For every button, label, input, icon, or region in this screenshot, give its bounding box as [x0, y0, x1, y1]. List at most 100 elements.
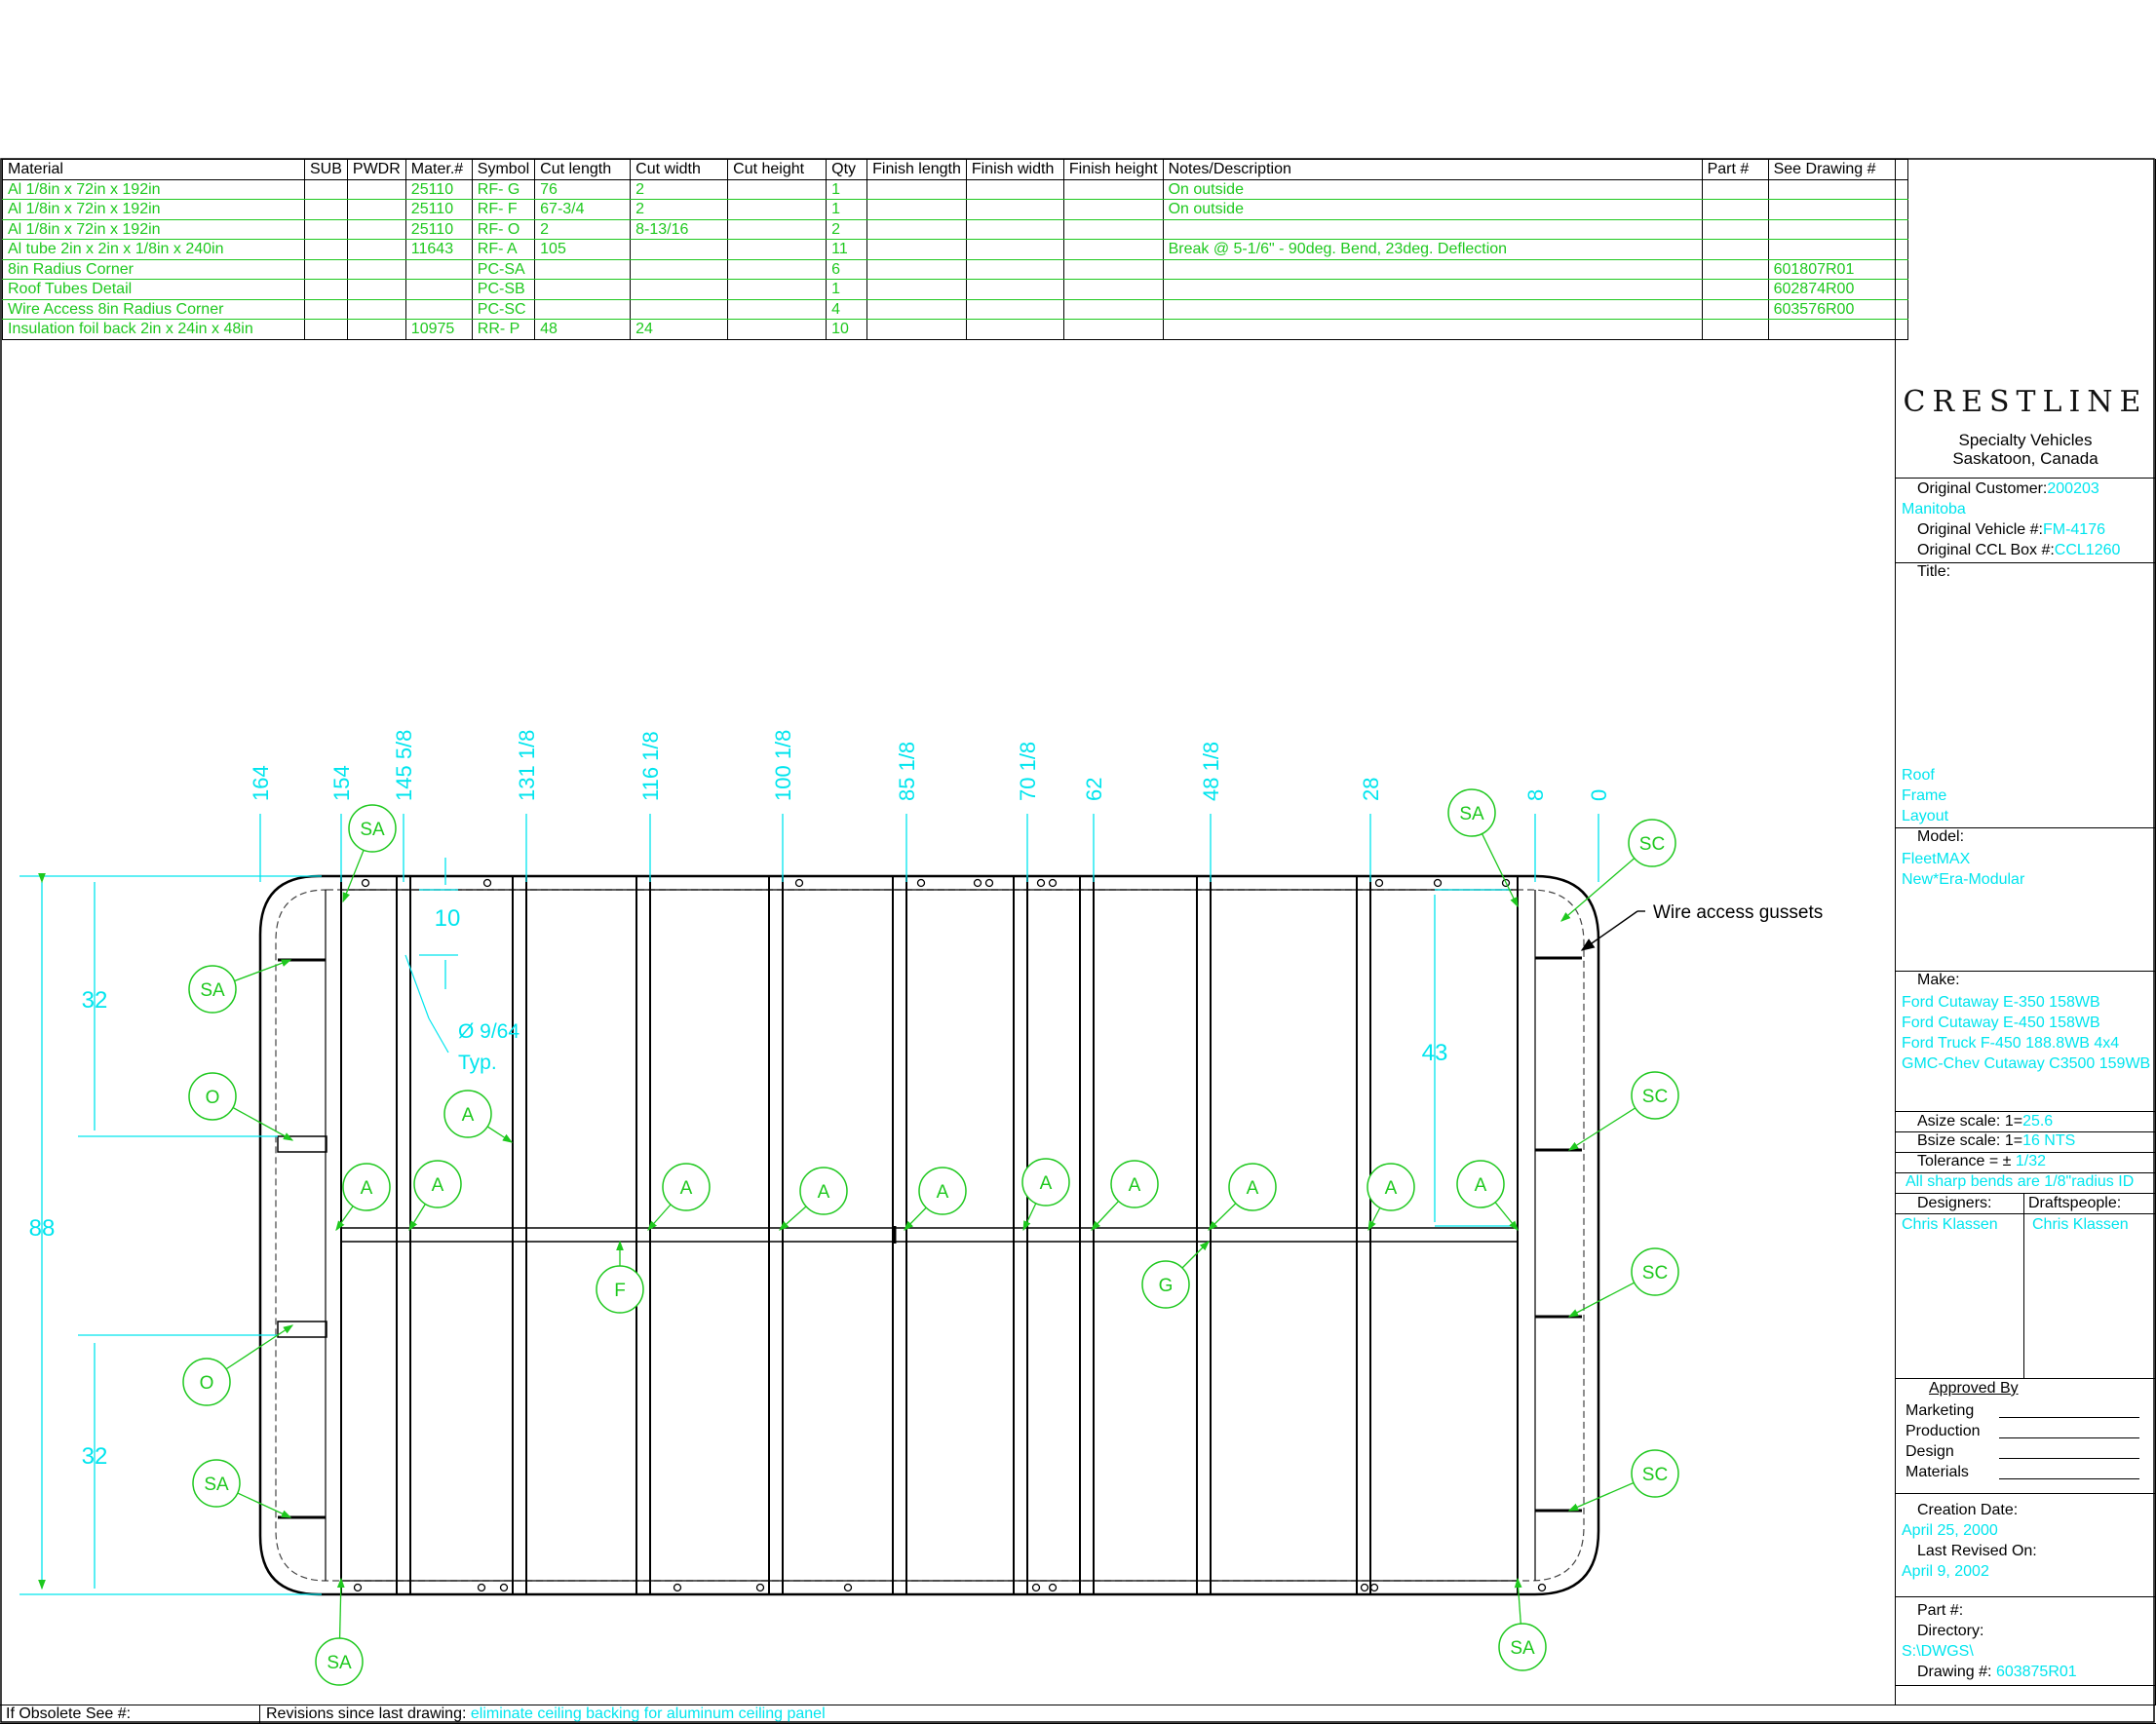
bom-cell: 8-13/16	[630, 219, 729, 240]
svg-text:A: A	[937, 1182, 949, 1203]
svg-text:SA: SA	[360, 820, 385, 840]
balloon-sc: SC	[1567, 1071, 1679, 1151]
bom-cell: 1	[826, 279, 868, 300]
top-dimension-label: 164	[249, 765, 273, 801]
balloon-a: A	[443, 1090, 514, 1143]
bom-row: Wire Access 8in Radius Corner PC-SC 4 60357…	[2, 299, 1908, 320]
creation-label: Creation Date:	[1917, 1502, 2019, 1518]
bom-cell	[304, 279, 348, 300]
top-dimension-label: 62	[1082, 778, 1106, 801]
designers-label: Designers:	[1917, 1195, 1992, 1211]
svg-text:SC: SC	[1642, 1465, 1668, 1485]
bom-cell	[304, 199, 348, 220]
bom-cell	[965, 259, 1064, 280]
model-label: Model:	[1917, 828, 1965, 845]
designers-value: Chris Klassen	[1902, 1216, 1998, 1233]
bom-row: Al 1/8in x 72in x 192in 25110 RF- F 67-3/4 2…	[2, 199, 1908, 220]
bom-cell: 601807R01	[1767, 259, 1908, 280]
bom-cell	[534, 279, 632, 300]
bom-cell	[1062, 279, 1164, 300]
top-dimension-label: 8	[1523, 789, 1548, 801]
bom-cell: PC-SC	[471, 299, 536, 320]
bom-cell	[727, 239, 828, 260]
bom-cell: 76	[534, 179, 632, 200]
bom-cell: PC-SB	[471, 279, 536, 300]
bom-cell	[304, 239, 348, 260]
bom-cell	[866, 179, 967, 200]
bom-cell	[1701, 279, 1769, 300]
bom-row: Al tube 2in x 2in x 1/8in x 240in 11643 RF…	[2, 239, 1908, 260]
bom-cell	[304, 259, 348, 280]
svg-text:SA: SA	[204, 1475, 229, 1495]
balloon-a: A	[1021, 1158, 1070, 1232]
balloon-a: A	[408, 1160, 462, 1232]
bom-cell	[1767, 239, 1908, 260]
make-lines: Ford Cutaway E-350 158WB Ford Cutaway E-4…	[1902, 994, 2151, 1072]
svg-text:Typ.: Typ.	[458, 1052, 497, 1074]
revised-label: Last Revised On:	[1917, 1543, 2037, 1559]
svg-text:A: A	[462, 1105, 475, 1126]
customer-name: Manitoba	[1902, 501, 1966, 517]
bom-header-cell: Cut length	[534, 159, 632, 180]
ccl-row: Original CCL Box #:CCL1260	[1917, 542, 2121, 558]
hole-note: Ø 9/64 Typ.	[404, 954, 520, 1074]
bom-cell	[630, 259, 729, 280]
bom-cell	[346, 279, 406, 300]
title-label: Title:	[1917, 563, 1951, 580]
balloon-sc: SC	[1567, 1449, 1679, 1512]
revision-footer: If Obsolete See #: Revisions since last …	[0, 1705, 2156, 1724]
bom-cell	[727, 319, 828, 340]
balloon-sc: SC	[1567, 1247, 1679, 1318]
tolerance-row: Tolerance = ± 1/32	[1917, 1153, 2046, 1169]
frame-outline	[258, 874, 1600, 1596]
part-balloons: SA SA SA SA SA SA O O A A A A A A A A A A A F G SC SC SC SC	[182, 788, 1679, 1686]
bom-cell	[1062, 239, 1164, 260]
top-dimension-label: 28	[1359, 778, 1383, 801]
bom-cell	[866, 199, 967, 220]
bom-cell	[965, 299, 1064, 320]
bom-cell: Insulation foil back 2in x 24in x 48in	[2, 319, 305, 340]
bom-cell	[1701, 199, 1769, 220]
company-logo: CRESTLINE	[1903, 385, 2148, 419]
bom-cell	[304, 219, 348, 240]
top-dimension-label: 85 1/8	[895, 742, 919, 801]
bom-cell: 25110	[404, 199, 473, 220]
top-dimension-label: 48 1/8	[1199, 742, 1223, 801]
bom-cell	[346, 219, 406, 240]
tagline-1: Specialty Vehicles	[1958, 431, 2093, 449]
bom-cell	[404, 299, 473, 320]
bom-cell	[304, 299, 348, 320]
balloon-sa: SA	[342, 804, 397, 903]
revisions-row: Revisions since last drawing: eliminate …	[266, 1705, 826, 1722]
bom-cell	[965, 219, 1064, 240]
sheet-border	[0, 158, 2155, 1723]
bom-cell	[727, 219, 828, 240]
directory-label: Directory:	[1917, 1623, 1984, 1639]
bom-cell	[965, 179, 1064, 200]
bom-cell	[866, 219, 967, 240]
vehicle-row: Original Vehicle #:FM-4176	[1917, 521, 2105, 538]
bom-cell: PC-SA	[471, 259, 536, 280]
svg-text:F: F	[614, 1281, 626, 1301]
bom-cell: 11643	[404, 239, 473, 260]
bom-cell	[965, 279, 1064, 300]
bom-cell	[1062, 179, 1164, 200]
bsize-row: Bsize scale: 1=16 NTS	[1917, 1132, 2076, 1149]
balloon-sa: SA	[1498, 1577, 1547, 1671]
bom-cell	[727, 299, 828, 320]
bom-cell: 8in Radius Corner	[2, 259, 305, 280]
bom-body: Al 1/8in x 72in x 192in 25110 RF- G 76 2 1 On …	[2, 179, 1908, 340]
bom-cell	[1062, 199, 1164, 220]
balloon-a: A	[1091, 1160, 1159, 1231]
bom-cell: 10	[826, 319, 868, 340]
drafts-label: Draftspeople:	[2028, 1195, 2122, 1211]
bom-cell: 10975	[404, 319, 473, 340]
bom-header-cell: See Drawing #	[1767, 159, 1908, 180]
top-dimension-label: 100 1/8	[771, 730, 795, 801]
bom-cell: 11	[826, 239, 868, 260]
bom-header-cell: Notes/Description	[1162, 159, 1703, 180]
bom-cell	[346, 199, 406, 220]
bom-row: 8in Radius Corner PC-SA 6 601807R01	[2, 259, 1908, 280]
bom-cell: 25110	[404, 219, 473, 240]
bom-cell: 603576R00	[1767, 299, 1908, 320]
